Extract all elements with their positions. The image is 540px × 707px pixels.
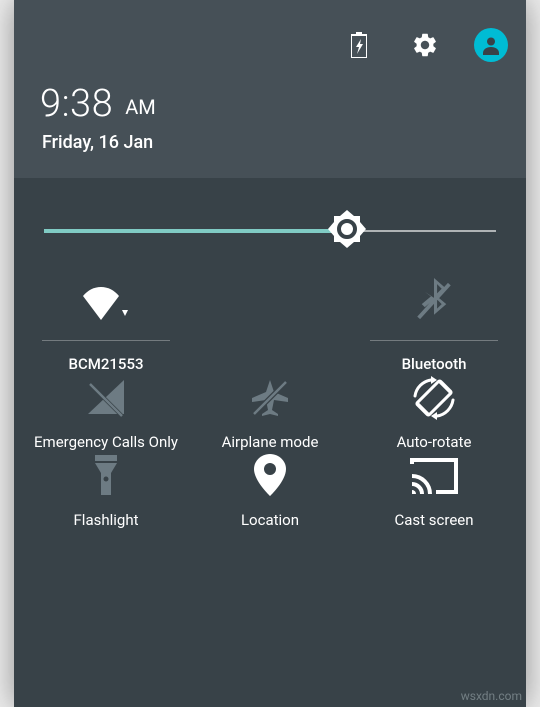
date-label: Friday, 16 Jan xyxy=(42,132,153,153)
brightness-slider-row xyxy=(14,178,526,276)
wifi-icon xyxy=(76,276,136,326)
clock-ampm: AM xyxy=(125,95,156,119)
airplane-label: Airplane mode xyxy=(222,433,319,451)
bluetooth-label: Bluetooth xyxy=(370,340,498,373)
cast-icon xyxy=(410,451,458,501)
bluetooth-off-icon xyxy=(415,276,453,326)
cast-label: Cast screen xyxy=(394,511,473,529)
clock[interactable]: 9:38 AM xyxy=(40,82,156,126)
battery-charging-icon xyxy=(342,28,376,62)
autorotate-icon xyxy=(409,373,459,423)
cellular-no-signal-icon xyxy=(84,373,128,423)
brightness-thumb-icon[interactable] xyxy=(327,209,367,253)
user-avatar-icon[interactable] xyxy=(474,28,508,62)
autorotate-tile[interactable]: Auto-rotate xyxy=(352,373,516,451)
clock-time: 9:38 xyxy=(40,82,113,126)
cellular-label: Emergency Calls Only xyxy=(34,433,178,451)
brightness-slider[interactable] xyxy=(44,230,496,232)
tiles-grid: BCM21553 Bluetooth Emergency Ca xyxy=(14,276,526,529)
cast-tile[interactable]: Cast screen xyxy=(352,451,516,529)
cellular-tile[interactable]: Emergency Calls Only xyxy=(24,373,188,451)
location-icon xyxy=(254,451,286,501)
location-tile[interactable]: Location xyxy=(188,451,352,529)
flashlight-tile[interactable]: Flashlight xyxy=(24,451,188,529)
brightness-fill xyxy=(44,229,347,233)
airplane-tile[interactable]: Airplane mode xyxy=(188,373,352,451)
flashlight-icon xyxy=(91,451,121,501)
settings-gear-icon[interactable] xyxy=(408,28,442,62)
header: 9:38 AM Friday, 16 Jan xyxy=(14,0,526,178)
flashlight-label: Flashlight xyxy=(74,511,139,529)
wifi-tile[interactable]: BCM21553 xyxy=(24,276,188,373)
airplane-off-icon xyxy=(248,373,292,423)
location-label: Location xyxy=(241,511,299,529)
wifi-label: BCM21553 xyxy=(42,340,170,373)
bluetooth-tile[interactable]: Bluetooth xyxy=(352,276,516,373)
watermark: wsxdn.com xyxy=(461,689,522,703)
quick-settings-panel: 9:38 AM Friday, 16 Jan xyxy=(14,0,526,707)
autorotate-label: Auto-rotate xyxy=(397,433,472,451)
